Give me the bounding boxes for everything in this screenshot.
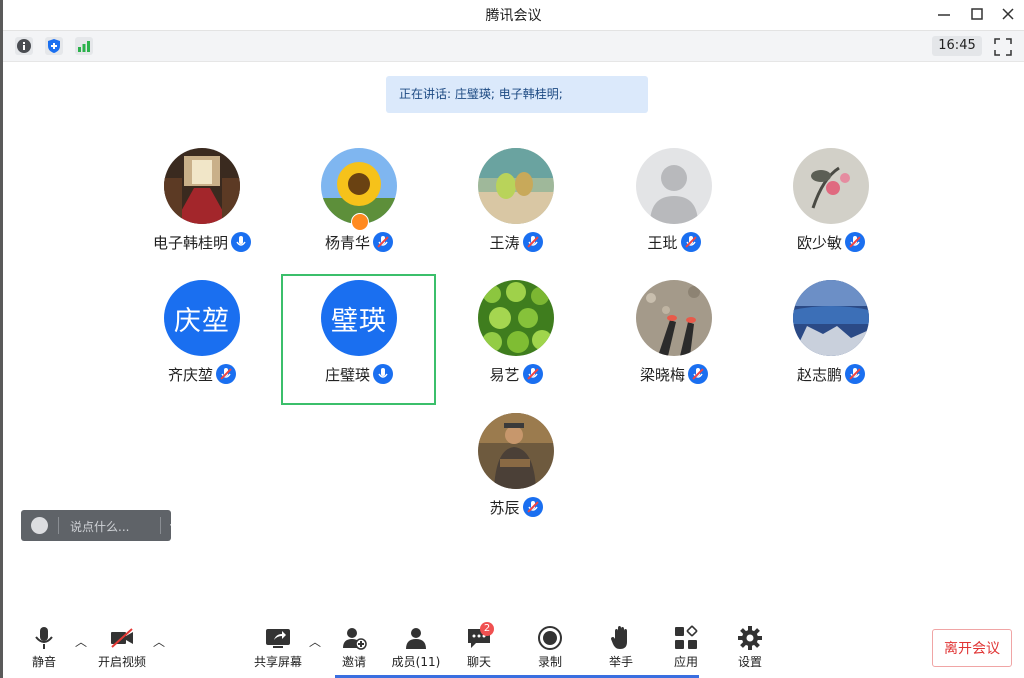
status-bar: 16:45 bbox=[3, 30, 1024, 62]
avatar bbox=[478, 413, 554, 489]
video-button[interactable]: 开启视频 bbox=[94, 625, 150, 673]
raise-hand-button[interactable]: 举手 bbox=[593, 625, 649, 673]
info-button[interactable] bbox=[15, 37, 33, 55]
fullscreen-icon bbox=[994, 38, 1012, 56]
chevron-up-icon[interactable]: ︿ bbox=[309, 633, 321, 650]
avatar: 庆堃 bbox=[164, 280, 240, 356]
host-icon bbox=[351, 213, 369, 231]
mic-icon bbox=[680, 232, 701, 252]
mute-button[interactable]: 静音 bbox=[16, 625, 72, 673]
record-button[interactable]: 录制 bbox=[522, 625, 578, 673]
mic-icon bbox=[522, 232, 543, 252]
participant-name: 齐庆堃 bbox=[167, 366, 213, 384]
leave-meeting-button[interactable]: 离开会议 bbox=[932, 629, 1012, 667]
mic-icon bbox=[845, 364, 865, 384]
participant-name: 梁晓梅 bbox=[639, 366, 685, 384]
avatar bbox=[478, 280, 554, 356]
hand-icon bbox=[611, 626, 627, 649]
divider bbox=[58, 517, 59, 534]
gear-icon bbox=[738, 626, 762, 650]
chevron-up-icon[interactable]: ︿ bbox=[153, 633, 165, 650]
mic-icon bbox=[845, 232, 865, 252]
mic-icon bbox=[522, 497, 543, 517]
mic-icon bbox=[216, 364, 236, 384]
mic-icon bbox=[231, 232, 251, 252]
mic-icon bbox=[522, 364, 543, 384]
participant-tile[interactable]: 梁晓梅 bbox=[599, 280, 749, 410]
meeting-clock: 16:45 bbox=[932, 36, 982, 56]
participant-name: 苏辰 bbox=[489, 499, 520, 517]
security-button[interactable] bbox=[45, 37, 63, 55]
mic-icon bbox=[688, 364, 708, 384]
participant-name: 王玭 bbox=[647, 234, 678, 252]
bottom-toolbar: 静音 ︿ 开启视频 ︿ 共享屏幕 ︿ 邀请 成员(11) 2 聊天 录制 举手 … bbox=[3, 615, 1024, 675]
window-title: 腾讯会议 bbox=[485, 8, 542, 24]
invite-button[interactable]: 邀请 bbox=[326, 625, 382, 673]
record-icon bbox=[538, 626, 562, 650]
chat-button[interactable]: 2 聊天 bbox=[451, 622, 507, 673]
emoji-icon[interactable] bbox=[31, 517, 48, 534]
participant-name: 庄璧瑛 bbox=[324, 366, 370, 384]
signal-icon bbox=[78, 41, 90, 52]
speaking-banner: 正在讲话: 庄璧瑛; 电子韩桂明; bbox=[386, 76, 648, 113]
avatar bbox=[793, 148, 869, 224]
participant-tile[interactable]: 王涛 bbox=[441, 148, 591, 278]
participant-name: 电子韩桂明 bbox=[152, 234, 228, 252]
share-screen-button[interactable]: 共享屏幕 bbox=[250, 625, 306, 673]
maximize-button[interactable] bbox=[967, 4, 987, 24]
chevron-left-icon[interactable]: ‹ bbox=[163, 517, 181, 534]
minimize-icon bbox=[938, 14, 950, 16]
mic-icon bbox=[373, 232, 393, 252]
avatar bbox=[793, 280, 869, 356]
add-user-icon bbox=[343, 628, 367, 650]
microphone-icon bbox=[35, 627, 53, 649]
participant-tile[interactable]: 王玭 bbox=[599, 148, 749, 278]
chat-input-box[interactable]: 说点什么... ‹ bbox=[21, 510, 175, 541]
participant-name: 易艺 bbox=[489, 366, 520, 384]
chat-input-placeholder[interactable]: 说点什么... bbox=[70, 518, 129, 535]
maximize-icon bbox=[971, 8, 983, 20]
avatar bbox=[478, 148, 554, 224]
settings-button[interactable]: 设置 bbox=[722, 625, 778, 673]
minimize-button[interactable] bbox=[934, 4, 954, 24]
participant-tile[interactable]: 杨青华 bbox=[284, 148, 434, 278]
avatar bbox=[636, 148, 712, 224]
participant-name: 杨青华 bbox=[324, 234, 370, 252]
shield-icon bbox=[48, 39, 60, 53]
video-off-icon bbox=[111, 628, 133, 648]
unread-badge: 2 bbox=[480, 622, 494, 636]
avatar: 璧瑛 bbox=[321, 280, 397, 356]
info-icon bbox=[17, 39, 31, 53]
members-button[interactable]: 成员(11) bbox=[388, 625, 444, 673]
avatar bbox=[164, 148, 240, 224]
participant-tile[interactable]: 欧少敏 bbox=[756, 148, 906, 278]
avatar bbox=[636, 280, 712, 356]
participant-tile[interactable]: 易艺 bbox=[441, 280, 591, 410]
participant-tile[interactable]: 电子韩桂明 bbox=[127, 148, 277, 278]
signal-button[interactable] bbox=[75, 37, 93, 55]
title-bar: 腾讯会议 bbox=[3, 0, 1024, 28]
chevron-up-icon[interactable]: ︿ bbox=[75, 633, 87, 650]
apps-icon bbox=[675, 625, 698, 649]
divider bbox=[160, 517, 161, 534]
fullscreen-button[interactable] bbox=[994, 38, 1012, 56]
participant-tile[interactable]: 璧瑛 庄璧瑛 bbox=[284, 280, 434, 410]
meeting-window: 腾讯会议 16:45 正在讲话: 庄璧瑛; 电子韩桂明; 电子韩桂明 杨青华 王… bbox=[0, 0, 1024, 678]
mic-icon bbox=[373, 364, 393, 384]
close-button[interactable] bbox=[998, 4, 1018, 24]
participant-tile[interactable]: 庆堃 齐庆堃 bbox=[127, 280, 277, 410]
participant-tile[interactable]: 赵志鹏 bbox=[756, 280, 906, 410]
share-screen-icon bbox=[266, 629, 290, 648]
close-icon bbox=[1002, 8, 1014, 20]
apps-button[interactable]: 应用 bbox=[658, 625, 714, 673]
members-icon bbox=[406, 628, 426, 649]
participant-tile[interactable]: 苏辰 bbox=[441, 413, 591, 543]
participant-name: 王涛 bbox=[489, 234, 520, 252]
participant-name: 赵志鹏 bbox=[796, 366, 842, 384]
participant-name: 欧少敏 bbox=[796, 234, 842, 252]
